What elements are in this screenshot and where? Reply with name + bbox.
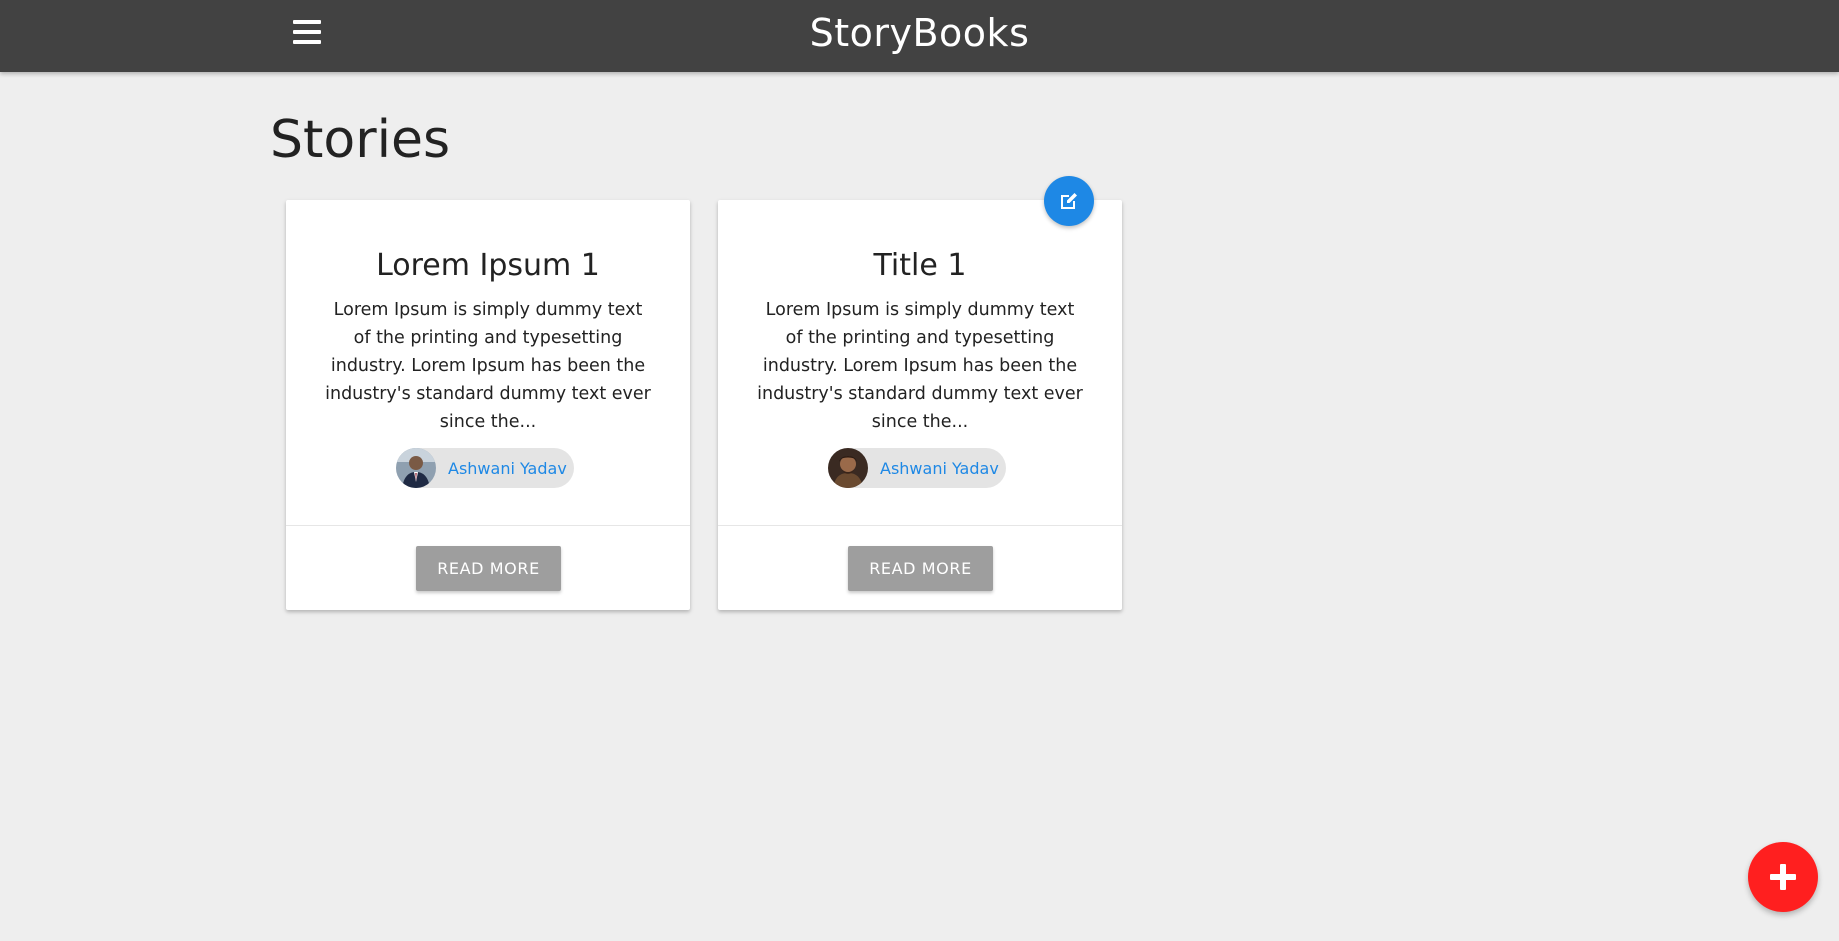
add-story-button[interactable] [1748, 842, 1818, 912]
read-more-button[interactable]: READ MORE [416, 546, 561, 591]
edit-icon [1061, 193, 1077, 209]
brand-container: StoryBooks [0, 0, 1839, 66]
read-more-button[interactable]: READ MORE [848, 546, 993, 591]
author-chip[interactable]: Ashwani Yadav [828, 448, 1006, 488]
author-chip[interactable]: Ashwani Yadav [396, 448, 574, 488]
hamburger-menu-icon[interactable] [293, 20, 321, 46]
card-content: Title 1 Lorem Ipsum is simply dummy text… [718, 200, 1122, 525]
brand-logo[interactable]: StoryBooks [810, 11, 1030, 55]
author-name: Ashwani Yadav [448, 458, 567, 478]
avatar [396, 448, 436, 488]
story-card: Title 1 Lorem Ipsum is simply dummy text… [718, 200, 1122, 610]
edit-story-button[interactable] [1044, 176, 1094, 226]
story-excerpt: Lorem Ipsum is simply dummy text of the … [757, 300, 1083, 432]
top-navbar: StoryBooks [0, 0, 1839, 72]
author-name: Ashwani Yadav [880, 458, 999, 478]
story-title: Lorem Ipsum 1 [376, 248, 600, 283]
card-action: READ MORE [718, 526, 1122, 610]
story-card: Lorem Ipsum 1 Lorem Ipsum is simply dumm… [286, 200, 690, 610]
card-action: READ MORE [286, 526, 690, 610]
story-title: Title 1 [873, 248, 967, 283]
story-excerpt: Lorem Ipsum is simply dummy text of the … [325, 300, 651, 432]
card-content: Lorem Ipsum 1 Lorem Ipsum is simply dumm… [286, 200, 690, 525]
page-title: Stories [270, 110, 451, 170]
avatar [828, 448, 868, 488]
